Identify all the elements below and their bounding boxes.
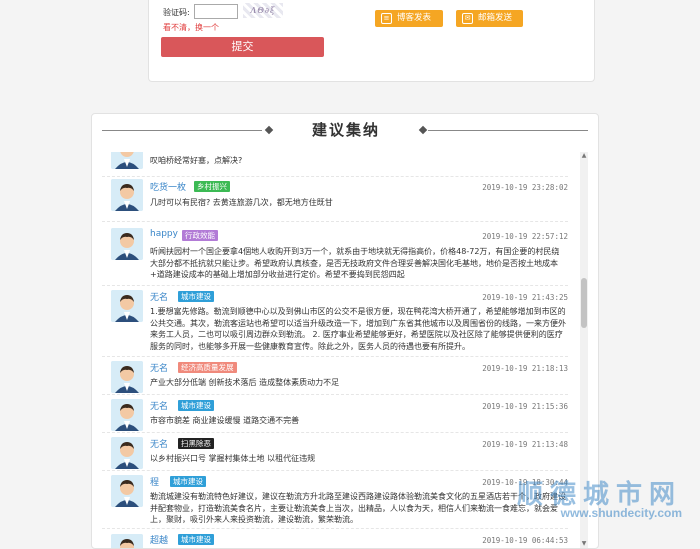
entry-timestamp: 2019-10-19 23:28:02 xyxy=(482,183,568,192)
entry-author[interactable]: 无名 xyxy=(150,399,168,412)
scroll-up-icon[interactable]: ▲ xyxy=(580,152,588,160)
entry-timestamp: 2019-10-19 22:57:12 xyxy=(482,232,568,241)
entry-author[interactable]: 超越 xyxy=(150,533,168,546)
scrollbar-thumb[interactable] xyxy=(581,278,587,328)
title-divider-left xyxy=(102,130,262,131)
entry-body: 几时可以有民宿? 去黄连旅游几次，都无地方住既甘 xyxy=(150,198,333,207)
list-item: 叹咱桥经常好塞，点解决? xyxy=(102,152,568,177)
share-mail-button[interactable]: ✉ 邮箱发送 xyxy=(456,10,523,27)
list-item: 程 城市建设 2019-10-19 18:30:44 勒流城建没有勒流特色好建议… xyxy=(102,471,568,529)
document-icon: ≡ xyxy=(381,13,392,24)
list-item: 超越 城市建设 2019-10-19 06:44:53 xyxy=(102,529,568,548)
captcha-input[interactable] xyxy=(194,4,238,19)
list-item: 无名 扫黑除恶 2019-10-19 21:13:48 以乡村振兴口号 掌握村集… xyxy=(102,433,568,471)
category-tag[interactable]: 经济高质量发展 xyxy=(178,362,237,373)
title-ornament-left xyxy=(264,125,274,135)
list-item: 无名 城市建设 2019-10-19 21:43:25 1.要想富先修路。勒流到… xyxy=(102,286,568,357)
share-mail-label: 邮箱发送 xyxy=(478,13,513,23)
captcha-image[interactable]: ΛΘ∂ξ xyxy=(243,3,283,18)
list-item: 无名 城市建设 2019-10-19 21:15:36 市容市貌差 商业建设缓慢… xyxy=(102,395,568,433)
avatar xyxy=(111,361,143,393)
share-blog-button[interactable]: ≡ 博客发表 xyxy=(375,10,443,27)
entry-body: 1.要想富先修路。勒流到顺德中心以及到佛山市区的公交不是很方便，现在鸭花湾大桥开… xyxy=(150,307,566,351)
category-tag[interactable]: 乡村振兴 xyxy=(194,181,230,192)
user-avatar-icon xyxy=(111,399,143,431)
captcha-refresh-link[interactable]: 看不清，换一个 xyxy=(163,22,219,33)
captcha-label: 验证码: xyxy=(163,8,190,17)
entry-timestamp: 2019-10-19 06:44:53 xyxy=(482,536,568,545)
entry-author[interactable]: 无名 xyxy=(150,361,168,374)
list-item: 吃货一枚 乡村振兴 2019-10-19 23:28:02 几时可以有民宿? 去… xyxy=(102,177,568,222)
user-avatar-icon xyxy=(111,228,143,260)
entry-timestamp: 2019-10-19 21:13:48 xyxy=(482,440,568,449)
category-tag[interactable]: 城市建设 xyxy=(178,534,214,545)
title-ornament-right xyxy=(418,125,428,135)
user-avatar-icon xyxy=(111,152,143,169)
entry-author[interactable]: 无名 xyxy=(150,437,168,450)
category-tag[interactable]: 城市建设 xyxy=(178,291,214,302)
user-avatar-icon xyxy=(111,534,143,548)
user-avatar-icon xyxy=(111,475,143,507)
category-tag[interactable]: 扫黑除恶 xyxy=(178,438,214,449)
entry-timestamp: 2019-10-19 21:43:25 xyxy=(482,293,568,302)
entry-body: 产业大部分低端 创新技术落后 造成整体素质动力不足 xyxy=(150,378,340,387)
entry-body: 叹咱桥经常好塞，点解决? xyxy=(150,156,243,165)
entry-body: 勒流城建没有勒流特色好建议，建议在勒流方升北路至建设西路建设路体验勒流美食文化的… xyxy=(150,492,566,524)
user-avatar-icon xyxy=(111,361,143,393)
scroll-down-icon[interactable]: ▼ xyxy=(580,540,588,548)
avatar xyxy=(111,152,143,169)
user-avatar-icon xyxy=(111,290,143,322)
submit-button[interactable]: 提交 xyxy=(161,37,324,57)
avatar xyxy=(111,534,143,548)
avatar xyxy=(111,179,143,211)
suggestion-form-card: 验证码: ΛΘ∂ξ 看不清，换一个 提交 ≡ 博客发表 ✉ 邮箱发送 xyxy=(148,0,595,82)
entry-author[interactable]: 程 xyxy=(150,475,159,488)
avatar xyxy=(111,475,143,507)
user-avatar-icon xyxy=(111,437,143,469)
entry-timestamp: 2019-10-19 21:15:36 xyxy=(482,402,568,411)
avatar xyxy=(111,290,143,322)
entry-body: 市容市貌差 商业建设缓慢 道路交通不完善 xyxy=(150,416,300,425)
avatar xyxy=(111,437,143,469)
title-divider-right xyxy=(428,130,588,131)
share-blog-label: 博客发表 xyxy=(397,13,432,23)
avatar xyxy=(111,228,143,260)
entry-author[interactable]: 吃货一枚 xyxy=(150,180,186,193)
list-item: 无名 经济高质量发展 2019-10-19 21:18:13 产业大部分低端 创… xyxy=(102,357,568,395)
entry-body: 听闻扶园村一个国企要拿4個地人收购开到3万一个，就系由于地块就无得指高价，价格4… xyxy=(150,247,560,279)
entry-body: 以乡村振兴口号 掌握村集体土地 以租代征违规 xyxy=(150,454,316,463)
section-title: 建议集纳 xyxy=(311,121,380,139)
user-avatar-icon xyxy=(111,179,143,211)
entry-timestamp: 2019-10-19 18:30:44 xyxy=(482,478,568,487)
entry-author[interactable]: happy xyxy=(150,229,178,239)
category-tag[interactable]: 行政效能 xyxy=(182,230,218,241)
suggestion-list[interactable]: 叹咱桥经常好塞，点解决? 吃货一枚 乡村振兴 2019-10-19 23:28:… xyxy=(102,152,588,548)
entry-author[interactable]: 无名 xyxy=(150,290,168,303)
category-tag[interactable]: 城市建设 xyxy=(178,400,214,411)
avatar xyxy=(111,399,143,431)
list-scrollbar[interactable]: ▲ ▼ xyxy=(580,152,588,548)
mail-icon: ✉ xyxy=(462,13,473,24)
entry-timestamp: 2019-10-19 21:18:13 xyxy=(482,364,568,373)
suggestions-card: 建议集纳 叹咱桥经常好塞，点解决? 吃货一枚 乡村振兴 2019-10-19 2… xyxy=(91,113,599,549)
category-tag[interactable]: 城市建设 xyxy=(170,476,206,487)
list-item: happy 行政效能 2019-10-19 22:57:12 听闻扶园村一个国企… xyxy=(102,222,568,286)
